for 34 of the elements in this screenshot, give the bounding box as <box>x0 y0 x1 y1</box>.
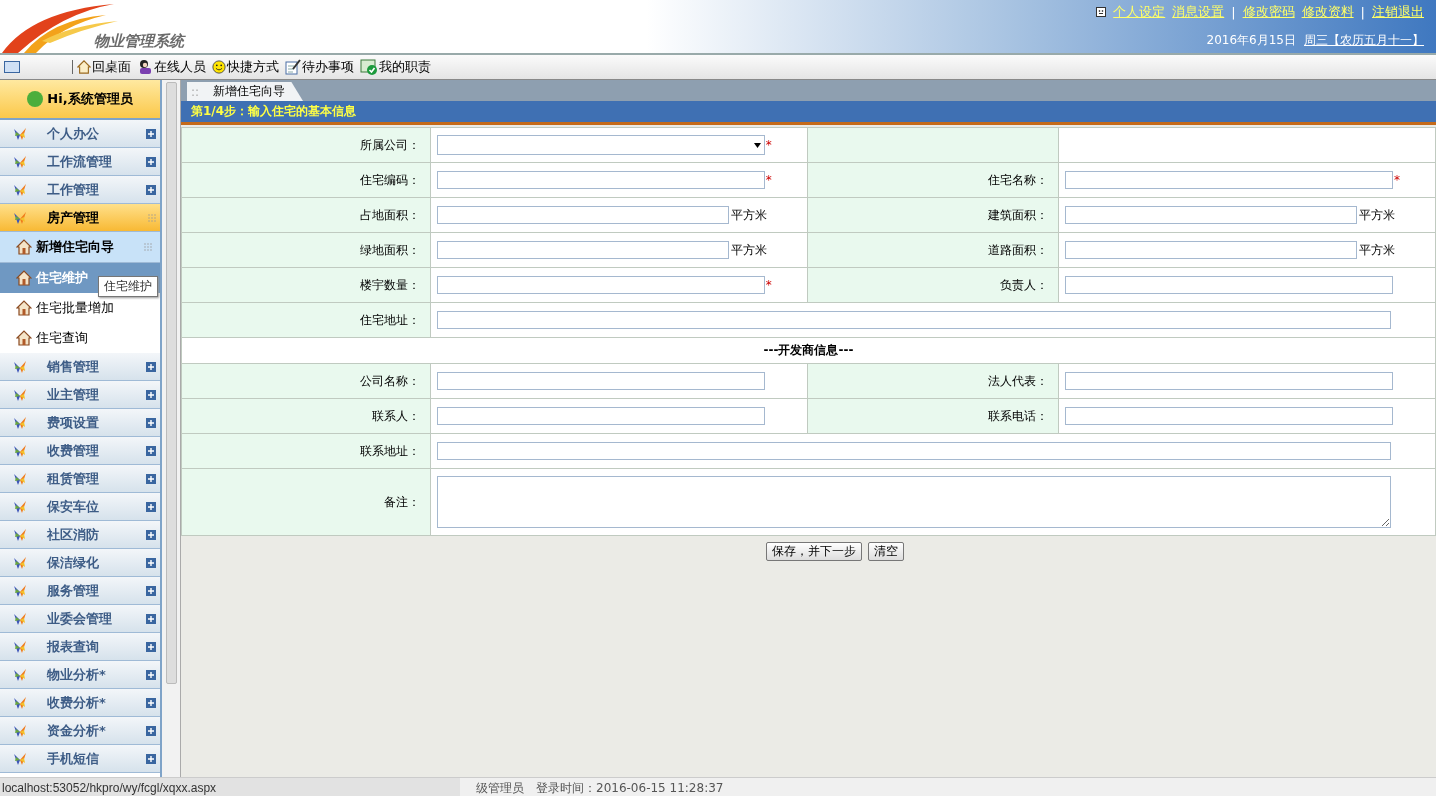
field-label: 绿地面积： <box>359 242 420 257</box>
date-text: 2016年6月15日 <box>1206 32 1296 49</box>
field-label: 法人代表： <box>988 373 1049 388</box>
status-text: 级管理员 登录时间：2016-06-15 11:28:37 <box>476 779 724 796</box>
greeting-text: Hi,系统管理员 <box>47 90 133 108</box>
required-mark: * <box>765 173 772 187</box>
unit-label: 平方米 <box>730 241 767 259</box>
field-label: 联系人： <box>371 408 420 423</box>
link-separator: | <box>1360 4 1365 20</box>
field-label: 建筑面积： <box>988 207 1049 222</box>
field-label: 占地面积： <box>359 207 420 222</box>
step-title: 第1/4步：输入住宅的基本信息 <box>181 101 1436 125</box>
required-mark: * <box>765 278 772 292</box>
field-label: 备注： <box>383 494 420 509</box>
link-separator: | <box>1231 4 1236 20</box>
tooltip: 住宅维护 <box>98 276 158 297</box>
section-title: ---开发商信息--- <box>763 343 854 357</box>
field-label: 道路面积： <box>988 242 1049 257</box>
field-label: 住宅名称： <box>988 172 1049 187</box>
app-title: 物业管理系统 <box>94 32 184 52</box>
required-mark: * <box>765 138 772 152</box>
field-label: 联系电话： <box>988 408 1049 423</box>
unit-label: 平方米 <box>1359 206 1396 224</box>
field-label: 负责人： <box>1000 277 1049 292</box>
field-label: 所属公司： <box>359 137 420 152</box>
field-label: 住宅地址： <box>359 312 420 327</box>
field-label: 联系地址： <box>359 443 420 458</box>
required-mark: * <box>1394 173 1401 187</box>
field-label: 公司名称： <box>359 373 420 388</box>
field-label: 住宅编码： <box>359 172 420 187</box>
unit-label: 平方米 <box>1359 241 1396 259</box>
field-label: 楼宇数量： <box>359 277 420 292</box>
status-url: localhost:53052/hkpro/wy/fcgl/xqxx.aspx <box>0 778 460 796</box>
unit-label: 平方米 <box>730 206 767 224</box>
